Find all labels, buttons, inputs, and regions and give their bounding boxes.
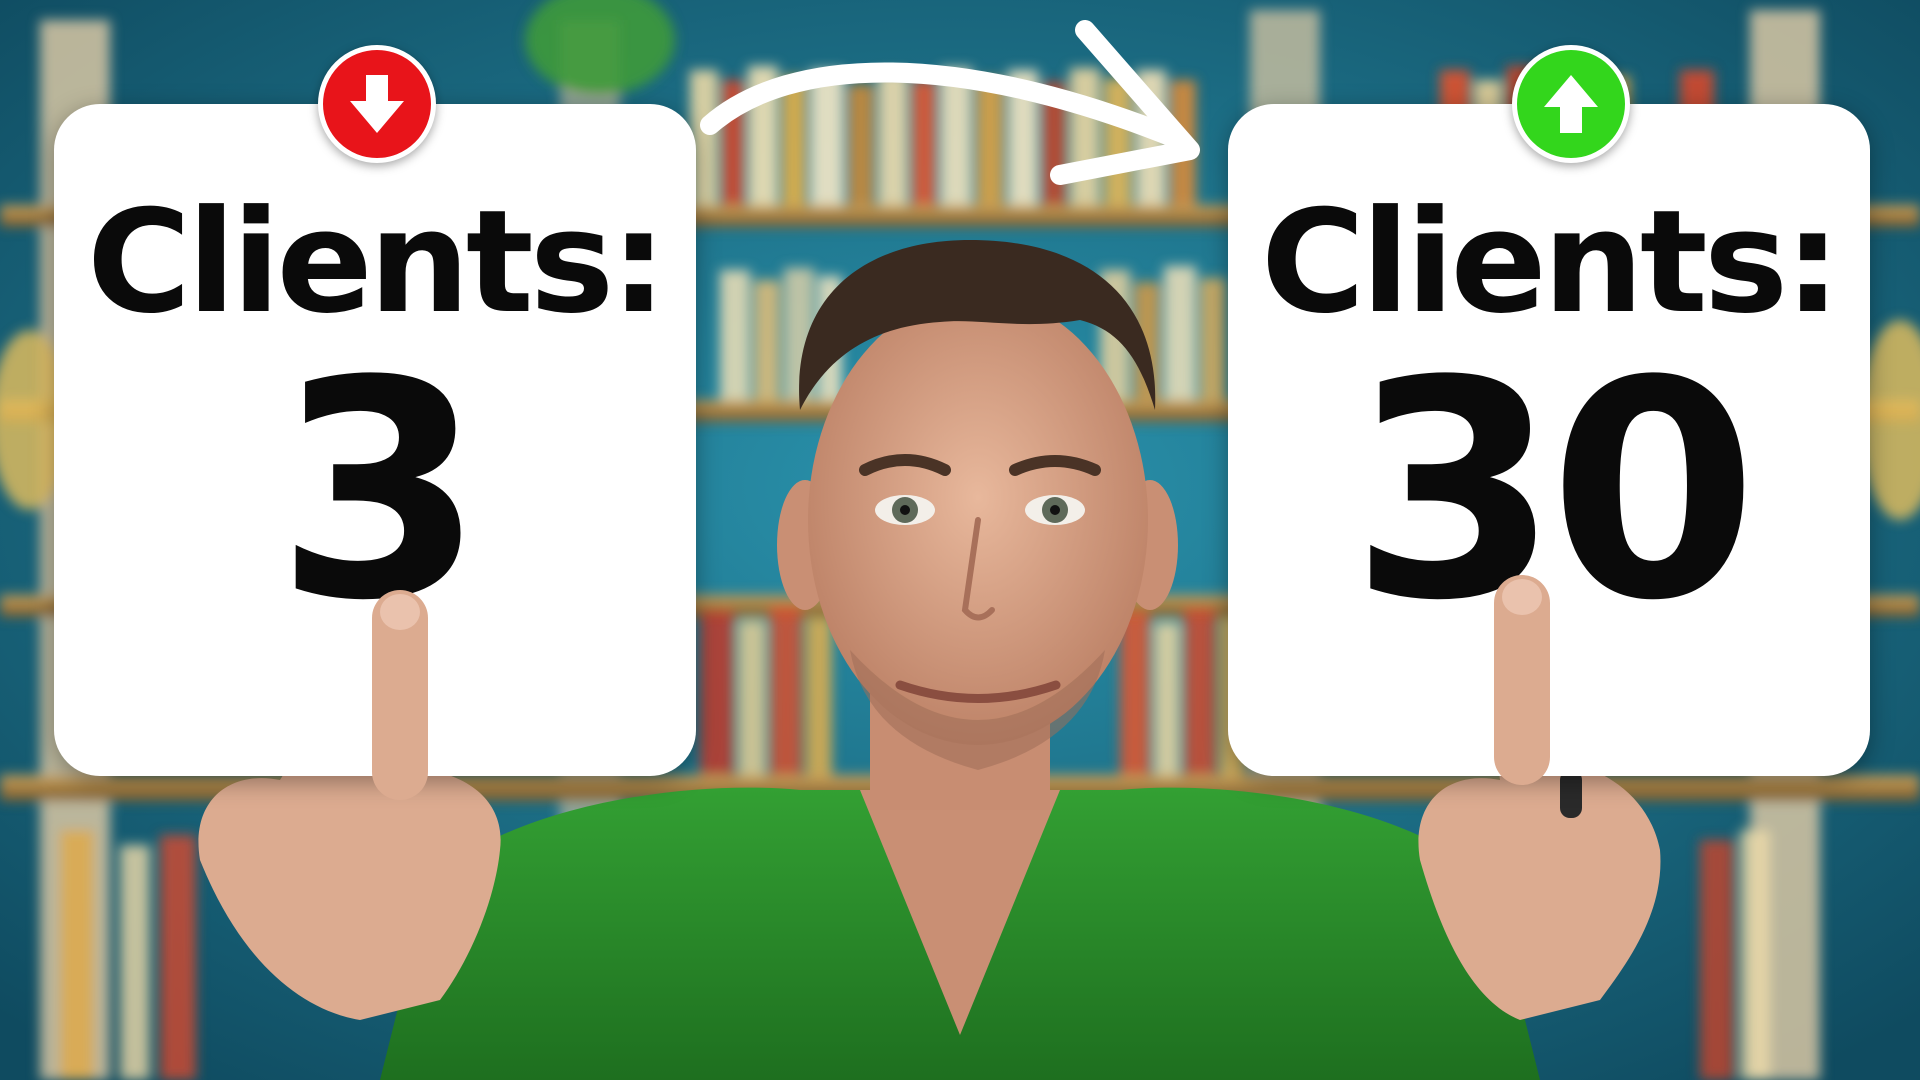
clients-card-after: Clients: 30 (1228, 104, 1870, 776)
clients-count-before: 3 (275, 317, 485, 666)
increase-badge (1512, 45, 1630, 163)
thumbnail-scene: Clients: 3 Clients: 30 (0, 0, 1920, 1080)
clients-label-before: Clients: (86, 180, 667, 345)
arrow-down-icon (350, 75, 404, 133)
arrow-up-icon (1544, 75, 1598, 133)
decrease-badge (318, 45, 436, 163)
clients-card-before: Clients: 3 (54, 104, 696, 776)
clients-label-after: Clients: (1260, 180, 1841, 345)
clients-count-after: 30 (1350, 317, 1757, 666)
